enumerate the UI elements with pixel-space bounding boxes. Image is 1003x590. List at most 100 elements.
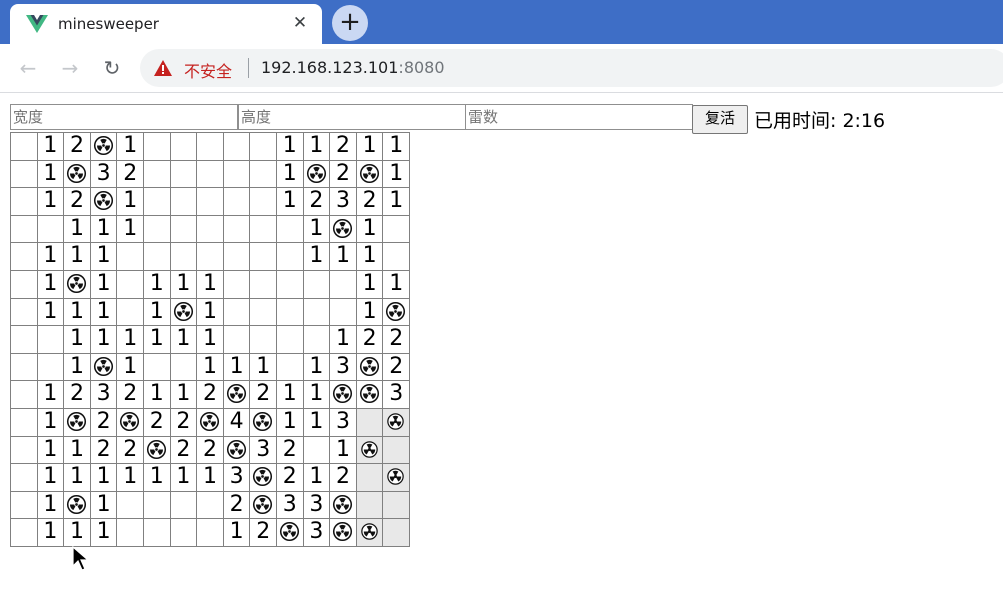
number-cell[interactable]: 2 bbox=[330, 464, 357, 492]
mine-cell[interactable] bbox=[330, 519, 357, 547]
number-cell[interactable]: 3 bbox=[223, 464, 251, 492]
number-cell[interactable]: 2 bbox=[330, 133, 357, 161]
mine-cell[interactable] bbox=[90, 353, 118, 382]
empty-cell[interactable] bbox=[144, 188, 171, 216]
covered-cell[interactable] bbox=[356, 464, 384, 492]
number-cell[interactable]: 1 bbox=[197, 326, 224, 354]
number-cell[interactable]: 3 bbox=[303, 491, 331, 520]
number-cell[interactable]: 3 bbox=[330, 188, 357, 216]
number-cell[interactable]: 1 bbox=[383, 160, 410, 189]
number-cell[interactable]: 2 bbox=[117, 160, 144, 189]
number-cell[interactable]: 2 bbox=[170, 409, 198, 437]
empty-cell[interactable] bbox=[11, 298, 38, 327]
empty-cell[interactable] bbox=[223, 326, 251, 354]
empty-cell[interactable] bbox=[11, 188, 38, 216]
number-cell[interactable]: 1 bbox=[37, 519, 65, 547]
number-cell[interactable]: 2 bbox=[117, 436, 144, 465]
browser-tab[interactable]: minesweeper ✕ bbox=[10, 4, 322, 44]
empty-cell[interactable] bbox=[37, 215, 65, 244]
empty-cell[interactable] bbox=[144, 491, 171, 520]
empty-cell[interactable] bbox=[11, 464, 38, 492]
mines-input[interactable] bbox=[465, 104, 693, 130]
empty-cell[interactable] bbox=[144, 215, 171, 244]
width-input[interactable] bbox=[10, 104, 238, 130]
covered-cell[interactable] bbox=[383, 491, 410, 520]
empty-cell[interactable] bbox=[117, 271, 144, 299]
number-cell[interactable]: 1 bbox=[356, 133, 384, 161]
number-cell[interactable]: 1 bbox=[90, 271, 118, 299]
number-cell[interactable]: 3 bbox=[330, 353, 357, 382]
empty-cell[interactable] bbox=[11, 353, 38, 382]
height-input[interactable] bbox=[238, 104, 466, 130]
mine-cell[interactable] bbox=[250, 464, 277, 492]
number-cell[interactable]: 1 bbox=[64, 519, 91, 547]
flagged-cell[interactable] bbox=[383, 409, 410, 437]
number-cell[interactable]: 1 bbox=[37, 133, 65, 161]
reload-icon[interactable]: ↻ bbox=[100, 56, 124, 80]
empty-cell[interactable] bbox=[144, 160, 171, 189]
mine-cell[interactable] bbox=[356, 381, 384, 409]
empty-cell[interactable] bbox=[250, 298, 277, 327]
number-cell[interactable]: 1 bbox=[90, 326, 118, 354]
empty-cell[interactable] bbox=[11, 271, 38, 299]
empty-cell[interactable] bbox=[277, 215, 304, 244]
number-cell[interactable]: 2 bbox=[90, 409, 118, 437]
number-cell[interactable]: 2 bbox=[330, 160, 357, 189]
empty-cell[interactable] bbox=[170, 491, 198, 520]
number-cell[interactable]: 2 bbox=[197, 381, 224, 409]
number-cell[interactable]: 2 bbox=[383, 353, 410, 382]
number-cell[interactable]: 1 bbox=[90, 491, 118, 520]
mine-cell[interactable] bbox=[330, 491, 357, 520]
number-cell[interactable]: 1 bbox=[303, 381, 331, 409]
number-cell[interactable]: 1 bbox=[144, 271, 171, 299]
number-cell[interactable]: 1 bbox=[356, 215, 384, 244]
mine-cell[interactable] bbox=[223, 381, 251, 409]
mine-cell[interactable] bbox=[383, 298, 410, 327]
number-cell[interactable]: 1 bbox=[64, 215, 91, 244]
number-cell[interactable]: 1 bbox=[64, 298, 91, 327]
number-cell[interactable]: 3 bbox=[330, 409, 357, 437]
address-bar[interactable]: 不安全 192.168.123.101:8080 bbox=[140, 49, 1003, 87]
number-cell[interactable]: 1 bbox=[277, 188, 304, 216]
empty-cell[interactable] bbox=[330, 298, 357, 327]
number-cell[interactable]: 2 bbox=[170, 436, 198, 465]
mine-cell[interactable] bbox=[90, 133, 118, 161]
number-cell[interactable]: 1 bbox=[303, 243, 331, 271]
number-cell[interactable]: 1 bbox=[277, 133, 304, 161]
number-cell[interactable]: 2 bbox=[277, 436, 304, 465]
empty-cell[interactable] bbox=[144, 243, 171, 271]
empty-cell[interactable] bbox=[303, 298, 331, 327]
number-cell[interactable]: 1 bbox=[64, 464, 91, 492]
empty-cell[interactable] bbox=[170, 215, 198, 244]
mine-cell[interactable] bbox=[250, 409, 277, 437]
flagged-cell[interactable] bbox=[356, 519, 384, 547]
mine-cell[interactable] bbox=[64, 409, 91, 437]
number-cell[interactable]: 3 bbox=[277, 491, 304, 520]
empty-cell[interactable] bbox=[11, 491, 38, 520]
number-cell[interactable]: 1 bbox=[197, 298, 224, 327]
number-cell[interactable]: 1 bbox=[90, 243, 118, 271]
number-cell[interactable]: 1 bbox=[197, 271, 224, 299]
empty-cell[interactable] bbox=[11, 133, 38, 161]
number-cell[interactable]: 2 bbox=[250, 381, 277, 409]
number-cell[interactable]: 1 bbox=[330, 326, 357, 354]
empty-cell[interactable] bbox=[330, 271, 357, 299]
empty-cell[interactable] bbox=[170, 188, 198, 216]
number-cell[interactable]: 1 bbox=[64, 353, 91, 382]
number-cell[interactable]: 1 bbox=[37, 298, 65, 327]
empty-cell[interactable] bbox=[144, 353, 171, 382]
number-cell[interactable]: 1 bbox=[37, 188, 65, 216]
number-cell[interactable]: 1 bbox=[250, 353, 277, 382]
number-cell[interactable]: 1 bbox=[330, 243, 357, 271]
covered-cell[interactable] bbox=[383, 436, 410, 465]
number-cell[interactable]: 2 bbox=[197, 436, 224, 465]
empty-cell[interactable] bbox=[250, 160, 277, 189]
number-cell[interactable]: 2 bbox=[356, 188, 384, 216]
empty-cell[interactable] bbox=[170, 243, 198, 271]
empty-cell[interactable] bbox=[303, 436, 331, 465]
empty-cell[interactable] bbox=[170, 519, 198, 547]
security-status[interactable]: 不安全 bbox=[184, 58, 232, 82]
empty-cell[interactable] bbox=[11, 326, 38, 354]
number-cell[interactable]: 1 bbox=[117, 464, 144, 492]
empty-cell[interactable] bbox=[250, 326, 277, 354]
